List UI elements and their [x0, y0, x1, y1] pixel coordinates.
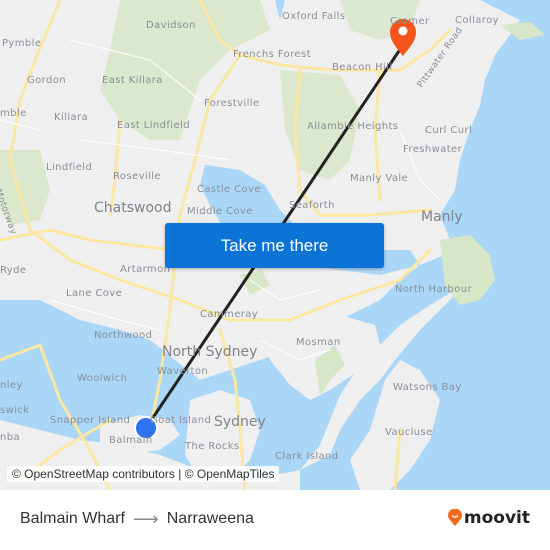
major-place-label: North Sydney: [162, 344, 258, 360]
place-label: Allambie Heights: [307, 121, 399, 132]
moovit-logo[interactable]: moovit: [447, 508, 530, 528]
place-label: Lindfield: [46, 162, 93, 173]
place-label: Oxford Falls: [282, 11, 346, 22]
origin-name: Balmain Wharf: [20, 510, 125, 527]
place-label: Pymble: [2, 38, 42, 49]
place-label: Snapper Island: [50, 415, 131, 426]
map-attribution[interactable]: © OpenStreetMap contributors | © OpenMap…: [7, 466, 280, 482]
place-label: Mosman: [296, 337, 341, 348]
place-label: East Lindfield: [117, 120, 190, 131]
place-label: Seaforth: [289, 200, 335, 211]
place-label: Forestville: [204, 98, 260, 109]
place-label: mble: [0, 108, 27, 119]
place-label: Artarmon: [120, 264, 171, 275]
place-label: Woolwich: [77, 373, 128, 384]
place-label: Frenchs Forest: [233, 49, 311, 60]
place-label: Beacon Hill: [332, 62, 393, 73]
place-label: Freshwater: [403, 144, 463, 155]
place-label: Roseville: [113, 171, 161, 182]
place-label: Curl Curl: [425, 125, 473, 136]
place-label: Killara: [54, 112, 89, 123]
major-place-label: Sydney: [214, 414, 266, 430]
place-label: Cammeray: [200, 309, 259, 320]
footer: Balmain Wharf ⟶ Narraweena moovit: [0, 490, 550, 550]
place-label: East Killara: [102, 75, 163, 86]
place-label: swick: [0, 405, 30, 416]
place-label: Goat Island: [150, 415, 212, 426]
major-place-label: Chatswood: [94, 200, 172, 216]
place-label: Balmain: [109, 435, 153, 446]
arrow-right-icon: ⟶: [132, 509, 159, 529]
place-label: Clark Island: [275, 451, 339, 462]
place-label: nba: [0, 432, 21, 443]
place-label: Ryde: [0, 265, 27, 276]
place-label: North Harbour: [395, 284, 473, 295]
place-label: Northwood: [94, 330, 153, 341]
map[interactable]: Pymble Davidson Oxford Falls Cromer Collaroy…: [0, 0, 550, 490]
place-label: Gordon: [27, 75, 67, 86]
place-label: Davidson: [146, 20, 196, 31]
place-label: Vaucluse: [385, 427, 433, 438]
place-label: Castle Cove: [197, 184, 261, 195]
place-label: Manly Vale: [350, 173, 409, 184]
place-label: The Rocks: [185, 441, 240, 452]
moovit-pin-icon: [447, 509, 462, 526]
place-label: Cromer: [390, 16, 430, 27]
place-label: Collaroy: [455, 15, 499, 26]
place-label: Lane Cove: [66, 288, 123, 299]
take-me-there-button[interactable]: Take me there: [165, 223, 384, 268]
place-label: Watsons Bay: [393, 382, 462, 393]
moovit-wordmark: moovit: [463, 508, 530, 528]
major-place-label: Manly: [421, 209, 463, 225]
place-label: Waverton: [157, 366, 209, 377]
destination-name: Narraweena: [166, 510, 254, 527]
route-summary: Balmain Wharf ⟶ Narraweena: [20, 510, 254, 528]
place-label: nley: [0, 380, 23, 391]
place-label: Middle Cove: [187, 206, 253, 217]
